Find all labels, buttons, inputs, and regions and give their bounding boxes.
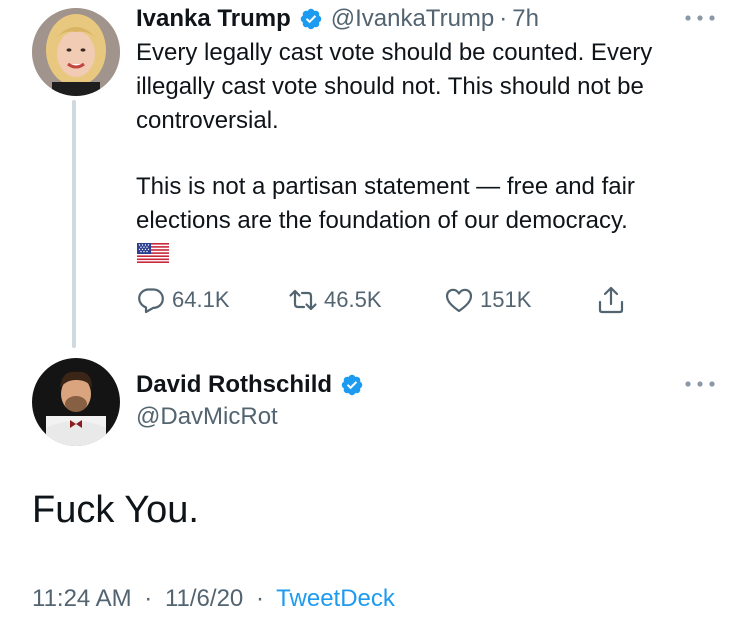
thread-connector-line bbox=[72, 100, 76, 348]
share-icon bbox=[598, 286, 624, 314]
separator-dot: · bbox=[255, 585, 264, 612]
separator-dot: · bbox=[499, 5, 508, 32]
david-avatar[interactable] bbox=[32, 358, 120, 446]
reply-icon bbox=[138, 288, 164, 314]
verified-badge-icon bbox=[299, 7, 323, 31]
like-count: 151K bbox=[480, 287, 532, 312]
reply-meta: 11:24 AM · 11/6/20 · TweetDeck bbox=[32, 584, 395, 614]
reply-header: David Rothschild bbox=[136, 370, 372, 400]
heart-icon bbox=[445, 288, 473, 313]
reply-author-handle[interactable]: @DavMicRot bbox=[136, 402, 278, 432]
tweet-time[interactable]: 7h bbox=[512, 4, 539, 34]
us-flag-emoji-icon bbox=[137, 243, 169, 263]
author-name[interactable]: Ivanka Trump bbox=[136, 4, 291, 34]
reply-text: Fuck You. bbox=[32, 489, 199, 531]
reply-timestamp[interactable]: 11:24 AM bbox=[32, 585, 132, 612]
reply-count: 64.1K bbox=[172, 287, 230, 312]
tweet-text-paragraph: This is not a partisan statement — free … bbox=[136, 173, 635, 234]
share-button[interactable] bbox=[596, 284, 632, 316]
reply-date[interactable]: 11/6/20 bbox=[165, 585, 243, 612]
avatar-photo-icon bbox=[32, 358, 120, 446]
tweet-header: Ivanka Trump @IvankaTrump · 7h bbox=[136, 4, 539, 34]
like-button[interactable]: 151K bbox=[444, 284, 531, 316]
reply-author-name[interactable]: David Rothschild bbox=[136, 370, 332, 400]
tweet-text-paragraph: Every legally cast vote should be counte… bbox=[136, 39, 653, 134]
ivanka-avatar[interactable] bbox=[32, 8, 120, 96]
more-icon[interactable] bbox=[683, 13, 717, 23]
retweet-icon bbox=[289, 289, 317, 311]
retweet-count: 46.5K bbox=[324, 287, 382, 312]
avatar-photo-icon bbox=[32, 8, 120, 96]
separator-dot: · bbox=[144, 585, 153, 612]
retweet-button[interactable]: 46.5K bbox=[288, 284, 382, 316]
reply-button[interactable]: 64.1K bbox=[136, 284, 230, 316]
verified-badge-icon bbox=[340, 373, 364, 397]
author-handle[interactable]: @IvankaTrump bbox=[331, 4, 495, 34]
more-icon[interactable] bbox=[683, 379, 717, 389]
source-link[interactable]: TweetDeck bbox=[276, 585, 395, 612]
